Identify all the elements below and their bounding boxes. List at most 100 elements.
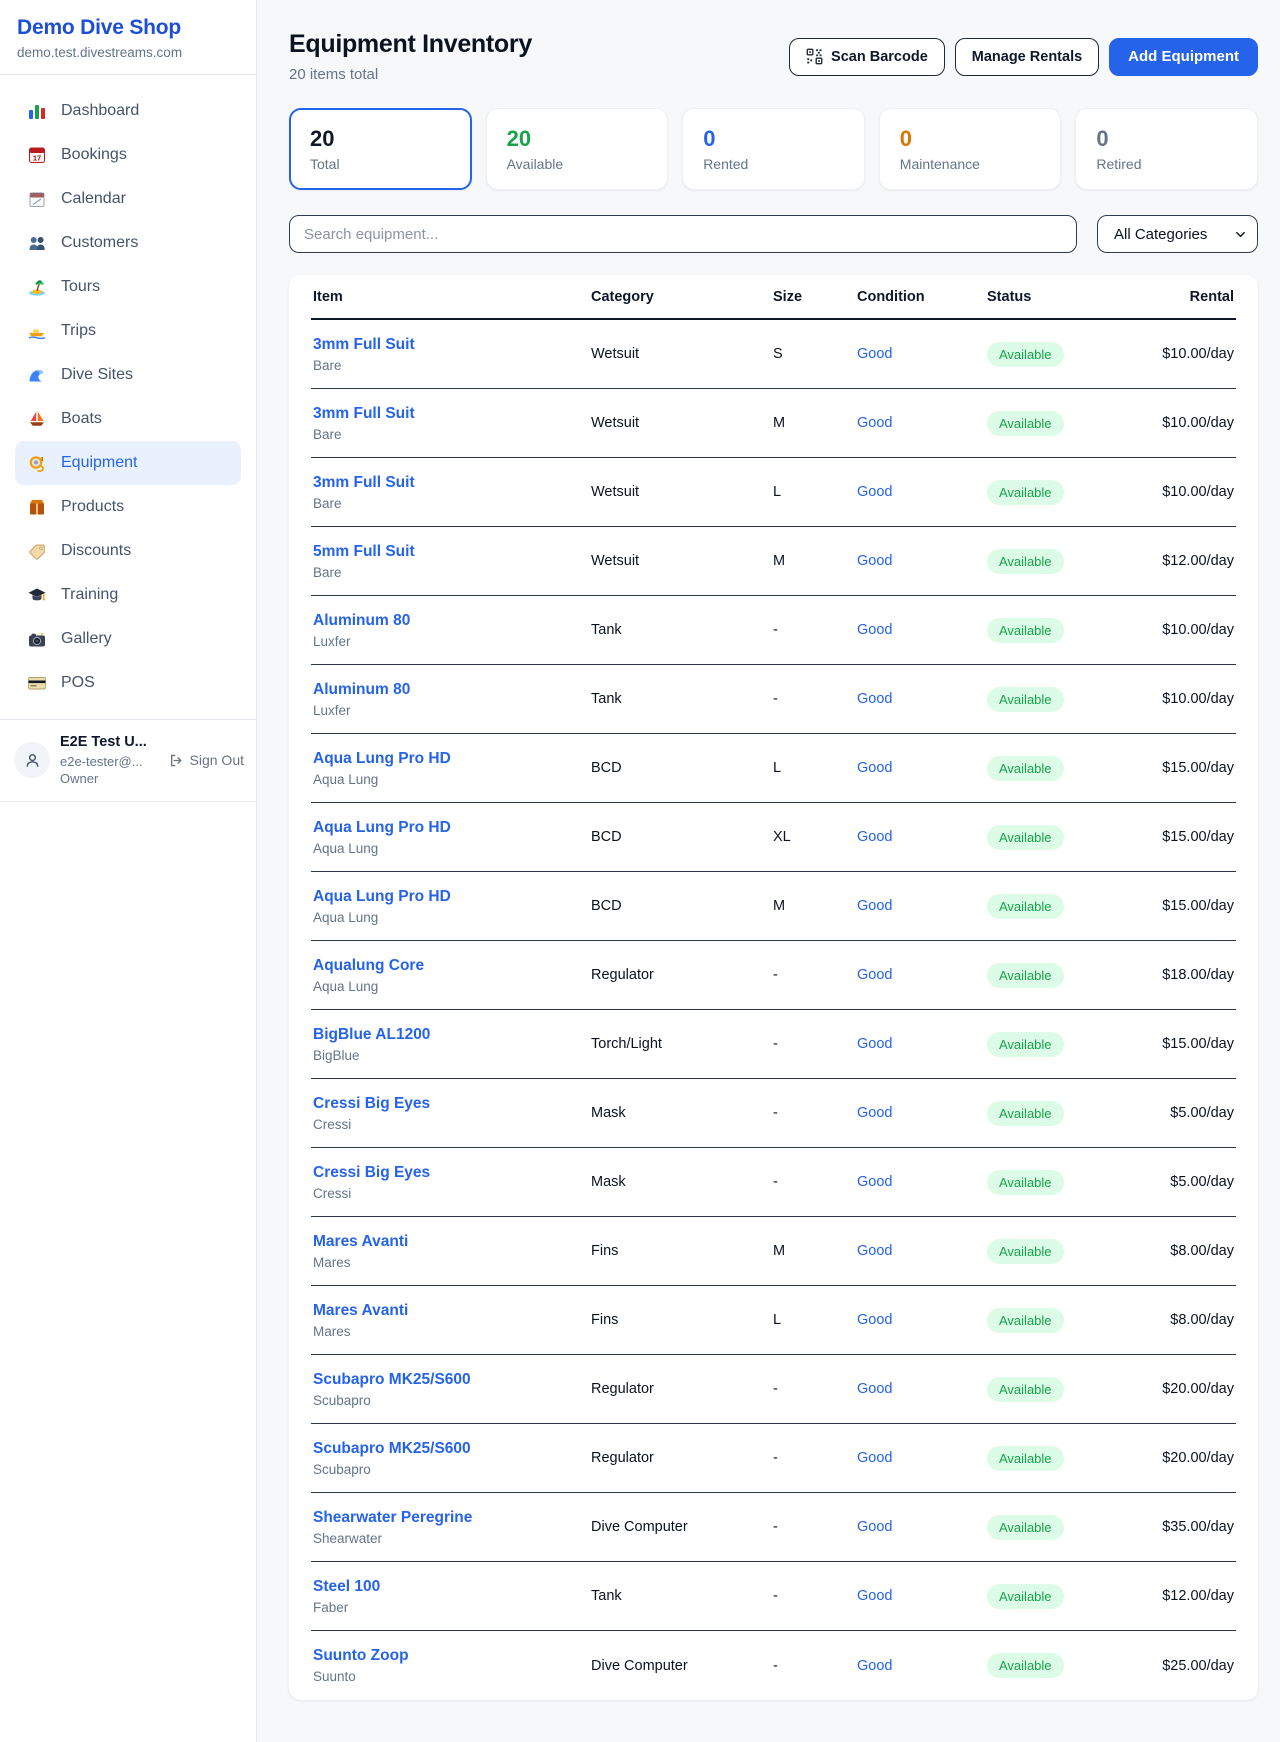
sign-out-button[interactable]: Sign Out xyxy=(167,752,244,769)
search-input[interactable] xyxy=(289,215,1077,253)
item-name-link[interactable]: Mares Avanti xyxy=(313,1233,408,1251)
item-name-link[interactable]: Aqua Lung Pro HD xyxy=(313,750,451,768)
cell-rental: $10.00/day xyxy=(1140,484,1236,500)
item-name-link[interactable]: Shearwater Peregrine xyxy=(313,1509,472,1527)
cell-rental: $18.00/day xyxy=(1140,967,1236,983)
condition-link[interactable]: Good xyxy=(857,967,892,983)
item-name-link[interactable]: Cressi Big Eyes xyxy=(313,1164,430,1182)
svg-text:17: 17 xyxy=(33,154,41,163)
table-row: Shearwater Peregrine Shearwater Dive Com… xyxy=(311,1493,1236,1562)
sidebar-item-boats[interactable]: Boats xyxy=(15,397,241,441)
sidebar-item-customers[interactable]: Customers xyxy=(15,221,241,265)
cell-size: XL xyxy=(771,829,855,845)
item-name-link[interactable]: 5mm Full Suit xyxy=(313,543,415,561)
status-badge: Available xyxy=(987,1032,1064,1057)
item-brand: Scubapro xyxy=(313,1462,587,1477)
item-name-link[interactable]: Suunto Zoop xyxy=(313,1647,409,1665)
item-name-link[interactable]: Scubapro MK25/S600 xyxy=(313,1371,471,1389)
condition-link[interactable]: Good xyxy=(857,484,892,500)
status-badge: Available xyxy=(987,1308,1064,1333)
cell-category: Tank xyxy=(589,622,771,638)
sidebar-item-gallery[interactable]: Gallery xyxy=(15,617,241,661)
stat-value: 0 xyxy=(900,126,1041,152)
scan-barcode-button[interactable]: Scan Barcode xyxy=(789,38,945,76)
cell-category: Wetsuit xyxy=(589,484,771,500)
condition-link[interactable]: Good xyxy=(857,415,892,431)
item-name-link[interactable]: Scubapro MK25/S600 xyxy=(313,1440,471,1458)
stat-card-retired[interactable]: 0 Retired xyxy=(1075,108,1258,190)
stat-card-rented[interactable]: 0 Rented xyxy=(682,108,865,190)
col-header-status: Status xyxy=(985,289,1140,305)
cell-rental: $20.00/day xyxy=(1140,1381,1236,1397)
condition-link[interactable]: Good xyxy=(857,691,892,707)
cell-size: M xyxy=(771,553,855,569)
item-name-link[interactable]: Aluminum 80 xyxy=(313,612,410,630)
condition-link[interactable]: Good xyxy=(857,760,892,776)
sidebar-item-training[interactable]: Training xyxy=(15,573,241,617)
dive-mask-icon xyxy=(27,453,47,473)
sidebar-item-products[interactable]: Products xyxy=(15,485,241,529)
table-row: Aqua Lung Pro HD Aqua Lung BCD M Good Av… xyxy=(311,872,1236,941)
category-select[interactable]: All Categories xyxy=(1097,215,1258,253)
condition-link[interactable]: Good xyxy=(857,898,892,914)
sidebar-item-dashboard[interactable]: Dashboard xyxy=(15,89,241,133)
cell-size: M xyxy=(771,415,855,431)
user-role: Owner xyxy=(60,770,157,788)
stat-card-total[interactable]: 20 Total xyxy=(289,108,472,190)
item-name-link[interactable]: 3mm Full Suit xyxy=(313,405,415,423)
item-name-link[interactable]: 3mm Full Suit xyxy=(313,474,415,492)
sidebar-item-equipment[interactable]: Equipment xyxy=(15,441,241,485)
stat-card-maintenance[interactable]: 0 Maintenance xyxy=(879,108,1062,190)
app-window: Demo Dive Shop demo.test.divestreams.com… xyxy=(0,0,1280,1742)
user-email: e2e-tester@... xyxy=(60,753,157,771)
table-row: Suunto Zoop Suunto Dive Computer - Good … xyxy=(311,1631,1236,1700)
condition-link[interactable]: Good xyxy=(857,1036,892,1052)
item-name-link[interactable]: Cressi Big Eyes xyxy=(313,1095,430,1113)
item-brand: Mares xyxy=(313,1255,587,1270)
sidebar-item-pos[interactable]: POS xyxy=(15,661,241,705)
table-row: Steel 100 Faber Tank - Good Available $1… xyxy=(311,1562,1236,1631)
sidebar-item-calendar[interactable]: Calendar xyxy=(15,177,241,221)
item-name-link[interactable]: Aqua Lung Pro HD xyxy=(313,888,451,906)
condition-link[interactable]: Good xyxy=(857,1519,892,1535)
sidebar-item-label: Training xyxy=(61,586,118,604)
item-brand: Aqua Lung xyxy=(313,772,587,787)
manage-rentals-button[interactable]: Manage Rentals xyxy=(955,38,1099,76)
status-badge: Available xyxy=(987,1584,1064,1609)
add-equipment-button[interactable]: Add Equipment xyxy=(1109,38,1258,76)
stat-label: Maintenance xyxy=(900,156,1041,172)
status-badge: Available xyxy=(987,1239,1064,1264)
main-content: Equipment Inventory 20 items total Scan … xyxy=(257,0,1280,1742)
condition-link[interactable]: Good xyxy=(857,829,892,845)
condition-link[interactable]: Good xyxy=(857,1243,892,1259)
condition-link[interactable]: Good xyxy=(857,1450,892,1466)
shop-name-link[interactable]: Demo Dive Shop xyxy=(17,16,240,40)
table-row: Aluminum 80 Luxfer Tank - Good Available… xyxy=(311,665,1236,734)
item-name-link[interactable]: 3mm Full Suit xyxy=(313,336,415,354)
condition-link[interactable]: Good xyxy=(857,1588,892,1604)
condition-link[interactable]: Good xyxy=(857,553,892,569)
condition-link[interactable]: Good xyxy=(857,622,892,638)
status-badge: Available xyxy=(987,342,1064,367)
sidebar-item-tours[interactable]: Tours xyxy=(15,265,241,309)
item-name-link[interactable]: BigBlue AL1200 xyxy=(313,1026,430,1044)
condition-link[interactable]: Good xyxy=(857,1105,892,1121)
sidebar-item-discounts[interactable]: Discounts xyxy=(15,529,241,573)
sidebar-item-dive-sites[interactable]: Dive Sites xyxy=(15,353,241,397)
item-name-link[interactable]: Steel 100 xyxy=(313,1578,380,1596)
stat-card-available[interactable]: 20 Available xyxy=(486,108,669,190)
item-name-link[interactable]: Mares Avanti xyxy=(313,1302,408,1320)
condition-link[interactable]: Good xyxy=(857,346,892,362)
condition-link[interactable]: Good xyxy=(857,1658,892,1674)
condition-link[interactable]: Good xyxy=(857,1312,892,1328)
item-brand: Aqua Lung xyxy=(313,979,587,994)
people-icon xyxy=(27,233,47,253)
condition-link[interactable]: Good xyxy=(857,1381,892,1397)
condition-link[interactable]: Good xyxy=(857,1174,892,1190)
item-name-link[interactable]: Aluminum 80 xyxy=(313,681,410,699)
item-name-link[interactable]: Aqualung Core xyxy=(313,957,424,975)
sidebar-item-bookings[interactable]: 17 Bookings xyxy=(15,133,241,177)
sidebar-item-label: POS xyxy=(61,674,95,692)
item-name-link[interactable]: Aqua Lung Pro HD xyxy=(313,819,451,837)
sidebar-item-trips[interactable]: Trips xyxy=(15,309,241,353)
